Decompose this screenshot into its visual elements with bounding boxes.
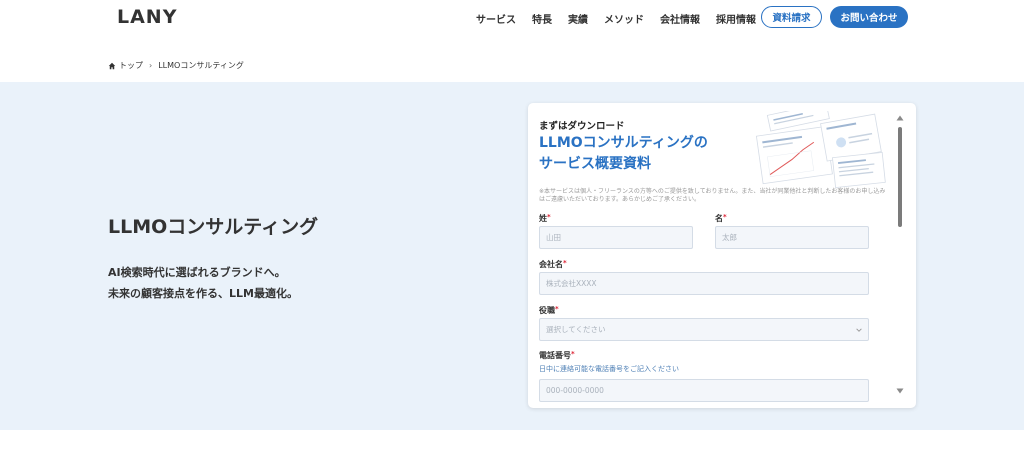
nav-item-company[interactable]: 会社情報 [660, 11, 700, 26]
last-name-label-text: 姓 [539, 214, 547, 223]
first-name-input[interactable]: 太郎 [715, 226, 869, 249]
contact-button[interactable]: お問い合わせ [830, 6, 908, 28]
position-placeholder: 選択してください [546, 325, 606, 334]
hero-lead-line-2: 未来の顧客接点を作る、LLM最適化。 [108, 287, 298, 300]
form-title-line-1: LLMOコンサルティングの [539, 135, 708, 151]
breadcrumb-separator-icon: › [149, 61, 153, 70]
first-name-placeholder: 太郎 [722, 233, 737, 242]
main-nav: サービス 特長 実績 メソッド 会社情報 採用情報 [476, 11, 772, 26]
required-mark: * [571, 350, 575, 358]
form-kicker: まずはダウンロード [539, 121, 625, 132]
phone-placeholder: 000-0000-0000 [546, 386, 604, 395]
breadcrumb-current: LLMOコンサルティング [158, 61, 244, 70]
scrollbar-thumb[interactable] [898, 127, 902, 227]
phone-label: 電話番号* [539, 350, 575, 361]
chevron-down-icon [856, 328, 862, 332]
breadcrumb-home-link[interactable]: トップ [119, 60, 143, 71]
company-label-text: 会社名 [539, 260, 563, 269]
document-thumbnail-image [755, 111, 886, 188]
last-name-input[interactable]: 山田 [539, 226, 693, 249]
scroll-up-arrow-icon[interactable] [896, 115, 904, 121]
nav-item-service[interactable]: サービス [476, 11, 516, 26]
company-input[interactable]: 株式会社XXXX [539, 272, 869, 295]
phone-label-text: 電話番号 [539, 351, 571, 360]
site-header: LANY サービス 特長 実績 メソッド 会社情報 採用情報 資料請求 お問い合… [0, 0, 1024, 40]
nav-item-method[interactable]: メソッド [604, 11, 644, 26]
required-mark: * [563, 259, 567, 267]
breadcrumb: トップ › LLMOコンサルティング [108, 60, 244, 71]
page-title: LLMOコンサルティング [108, 216, 319, 238]
form-title-line-2: サービス概要資料 [539, 156, 651, 172]
company-label: 会社名* [539, 259, 567, 270]
position-label: 役職* [539, 305, 559, 316]
download-form-card: まずはダウンロード LLMOコンサルティングの サービス概要資料 ※本サービスは… [528, 103, 916, 408]
nav-item-recruit[interactable]: 採用情報 [716, 11, 756, 26]
required-mark: * [547, 213, 551, 221]
scroll-down-arrow-icon[interactable] [896, 388, 904, 394]
first-name-label: 名* [715, 213, 727, 224]
hero-lead: AI検索時代に選ばれるブランドへ。 未来の顧客接点を作る、LLM最適化。 [108, 262, 298, 304]
position-label-text: 役職 [539, 306, 555, 315]
home-icon [108, 62, 116, 69]
required-mark: * [555, 305, 559, 313]
required-mark: * [723, 213, 727, 221]
hero-lead-line-1: AI検索時代に選ばれるブランドへ。 [108, 266, 286, 279]
phone-hint: 日中に連絡可能な電話番号をご記入ください [539, 365, 679, 373]
form-notice: ※本サービスは個人・フリーランスの方等へのご提供を致しておりません。また、当社が… [539, 188, 886, 203]
document-request-button[interactable]: 資料請求 [761, 6, 822, 28]
company-placeholder: 株式会社XXXX [546, 279, 597, 288]
nav-item-results[interactable]: 実績 [568, 11, 588, 26]
first-name-label-text: 名 [715, 214, 723, 223]
nav-item-features[interactable]: 特長 [532, 11, 552, 26]
position-select[interactable]: 選択してください [539, 318, 869, 341]
last-name-label: 姓* [539, 213, 551, 224]
form-title: LLMOコンサルティングの サービス概要資料 [539, 133, 708, 175]
last-name-placeholder: 山田 [546, 233, 561, 242]
site-logo[interactable]: LANY [117, 6, 177, 28]
hero-section: LLMOコンサルティング AI検索時代に選ばれるブランドへ。 未来の顧客接点を作… [0, 82, 1024, 430]
phone-input[interactable]: 000-0000-0000 [539, 379, 869, 402]
